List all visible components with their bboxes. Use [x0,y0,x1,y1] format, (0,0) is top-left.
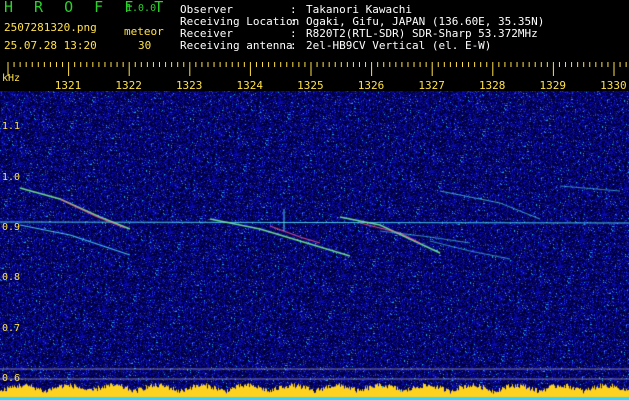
frequency-tick-label: 0.8 [2,272,21,283]
time-scale [7,62,627,76]
axis-unit-label: kHz [2,73,21,84]
header-panel: H R O F F T 1.0.0 2507281320.png 25.07.2… [0,0,629,62]
filename: 2507281320.png [4,21,97,34]
datetime: 25.07.28 13:20 [4,39,97,52]
frequency-tick-label: 1.1 [2,121,21,132]
meta-key-antenna: Receiving antenna [180,39,293,52]
frequency-tick-label: 0.6 [2,373,21,384]
meta-colon: : [290,39,297,52]
frequency-tick-label: 0.7 [2,323,21,334]
detection-count: 30 [138,39,152,52]
meta-value-antenna: 2el-HB9CV Vertical (el. E-W) [306,39,492,52]
frequency-tick-label: 0.9 [2,222,21,233]
frequency-tick-label: 1.0 [2,172,21,183]
detection-type: meteor [124,25,164,38]
spectrogram-waterfall [0,91,629,400]
time-tick-marks [7,62,627,76]
app-version: 1.0.0 [126,3,157,14]
